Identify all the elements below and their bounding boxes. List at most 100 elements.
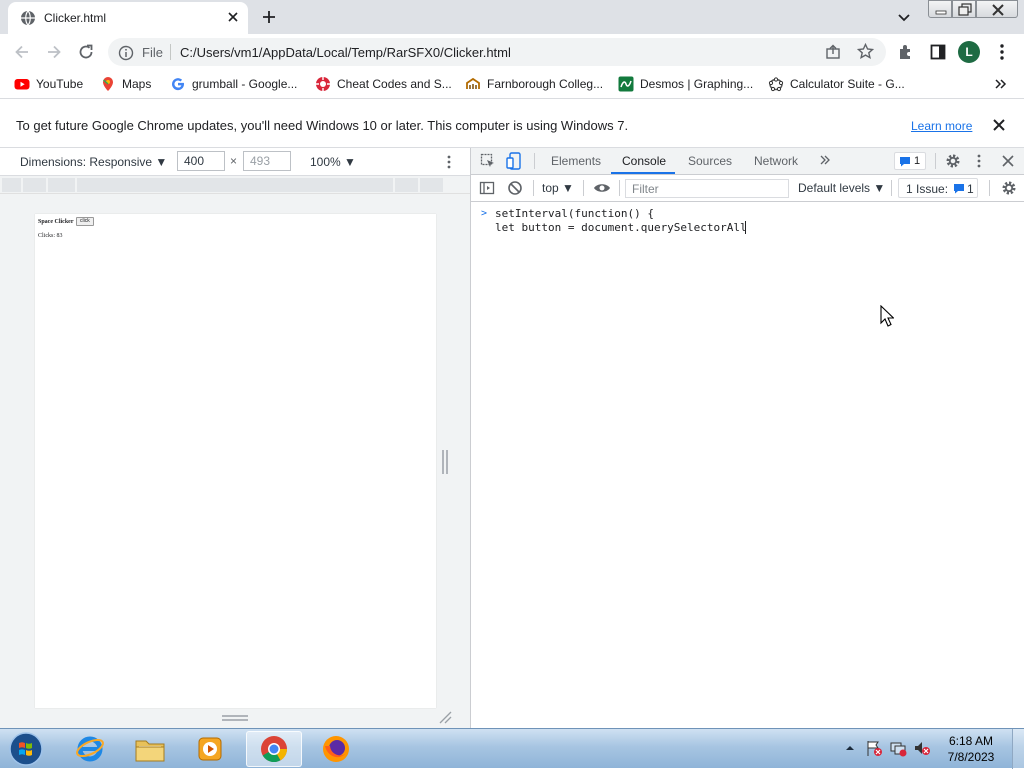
restore-button[interactable] (952, 0, 976, 18)
forward-arrow-icon[interactable] (45, 43, 63, 61)
more-options-icon[interactable] (446, 155, 452, 169)
ruler-segment[interactable] (77, 178, 394, 192)
clicks-counter: Clicks: 83 (38, 233, 63, 239)
console-settings-gear-icon[interactable] (1001, 180, 1017, 196)
inspect-element-icon[interactable] (480, 153, 496, 169)
close-infobar-icon[interactable] (992, 118, 1006, 132)
tab-console[interactable]: Console (622, 154, 666, 168)
back-arrow-icon[interactable] (13, 43, 31, 61)
console-input-line[interactable]: setInterval(function() { (495, 207, 654, 220)
bookmark-farnborough[interactable]: Farnborough Colleg... (465, 75, 603, 93)
reload-icon[interactable] (77, 43, 95, 61)
dimensions-dropdown[interactable]: Dimensions: Responsive ▼ (20, 155, 167, 169)
show-desktop-button[interactable] (1012, 729, 1024, 769)
clear-console-icon[interactable] (507, 180, 523, 196)
mouse-pointer-icon (880, 305, 894, 327)
action-center-flag-icon[interactable] (865, 739, 883, 757)
bookmark-desmos[interactable]: Desmos | Graphing... (618, 75, 753, 93)
start-button[interactable] (6, 731, 46, 767)
side-panel-icon[interactable] (929, 43, 947, 61)
browser-tab[interactable]: Clicker.html (8, 2, 248, 34)
device-toolbar: Dimensions: Responsive ▼ 400 × 493 100% … (0, 148, 470, 176)
taskbar-clock[interactable]: 6:18 AM 7/8/2023 (938, 733, 1004, 765)
close-tab-icon[interactable] (226, 10, 240, 24)
ruler-segment[interactable] (395, 178, 419, 192)
bookmark-star-icon[interactable] (857, 43, 874, 60)
levels-label: Default levels (798, 181, 871, 195)
tab-elements[interactable]: Elements (551, 154, 601, 168)
system-tray (845, 739, 935, 759)
infobar-message: To get future Google Chrome updates, you… (16, 118, 629, 133)
show-hidden-icons-icon[interactable] (845, 743, 855, 753)
divider (891, 180, 892, 196)
share-icon[interactable] (825, 44, 841, 60)
maps-icon (100, 76, 116, 92)
address-bar[interactable]: File C:/Users/vm1/AppData/Local/Temp/Rar… (108, 38, 886, 66)
sidebar-toggle-icon[interactable] (479, 180, 495, 196)
devtools-menu-icon[interactable] (976, 154, 982, 168)
internet-explorer-icon[interactable] (62, 731, 118, 767)
cheatcodes-icon (315, 76, 331, 92)
bookmark-maps[interactable]: Maps (100, 75, 151, 93)
learn-more-link[interactable]: Learn more (911, 119, 972, 133)
context-selector[interactable]: top ▼ (542, 181, 574, 195)
bookmark-calculator-suite[interactable]: Calculator Suite - G... (768, 75, 905, 93)
bookmark-label: Desmos | Graphing... (640, 77, 754, 91)
more-tabs-icon[interactable] (819, 154, 831, 166)
width-input[interactable]: 400 (177, 151, 225, 171)
settings-gear-icon[interactable] (945, 153, 961, 169)
media-player-icon[interactable] (182, 731, 238, 767)
volume-muted-icon[interactable] (913, 739, 931, 757)
url-text[interactable]: C:/Users/vm1/AppData/Local/Temp/RarSFX0/… (180, 45, 511, 60)
corner-resize-icon[interactable] (438, 710, 452, 724)
file-explorer-icon[interactable] (122, 731, 178, 767)
chevron-down-icon[interactable] (897, 10, 911, 24)
firefox-icon[interactable] (308, 731, 364, 767)
new-tab-icon[interactable] (260, 8, 278, 26)
prompt-chevron-icon: > (481, 208, 488, 219)
console-output[interactable]: > setInterval(function() { let button = … (471, 202, 1024, 728)
ruler-segment[interactable] (23, 178, 47, 192)
bookmark-grumball[interactable]: grumball - Google... (170, 75, 297, 93)
device-toggle-icon[interactable] (506, 152, 522, 170)
college-icon (465, 76, 481, 92)
divider (170, 44, 171, 60)
live-expression-eye-icon[interactable] (593, 181, 611, 195)
youtube-icon (14, 76, 30, 92)
profile-avatar[interactable]: L (958, 41, 980, 63)
network-icon[interactable] (889, 739, 907, 757)
vertical-resize-handle[interactable] (441, 450, 449, 474)
horizontal-resize-handle[interactable] (222, 714, 248, 722)
extensions-puzzle-icon[interactable] (897, 43, 915, 61)
ruler-segment[interactable] (420, 178, 444, 192)
media-query-ruler[interactable] (0, 176, 470, 194)
more-bookmarks-icon[interactable] (994, 77, 1008, 91)
globe-icon (20, 10, 36, 26)
issues-button[interactable]: 1 Issue: 1 (898, 178, 978, 198)
issues-counter-button[interactable]: 1 (894, 152, 926, 170)
update-infobar: To get future Google Chrome updates, you… (0, 98, 1024, 148)
menu-dots-icon[interactable] (994, 43, 1010, 61)
zoom-dropdown[interactable]: 100% ▼ (310, 155, 356, 169)
issues-label: 1 Issue: (906, 182, 949, 196)
bookmark-youtube[interactable]: YouTube (14, 75, 83, 93)
chrome-icon[interactable] (246, 731, 302, 767)
close-devtools-icon[interactable] (1002, 155, 1014, 167)
ruler-segment[interactable] (48, 178, 76, 192)
console-input-line[interactable]: let button = document.querySelectorAll (495, 221, 747, 234)
bookmark-label: grumball - Google... (192, 77, 298, 91)
console-toolbar: top ▼ Filter Default levels ▼ 1 Issue: 1 (471, 175, 1024, 202)
minimize-button[interactable] (928, 0, 952, 18)
close-window-button[interactable] (976, 0, 1018, 18)
bookmark-cheat-codes[interactable]: Cheat Codes and S... (315, 75, 452, 93)
ruler-segment[interactable] (2, 178, 22, 192)
filter-input[interactable]: Filter (625, 179, 789, 198)
click-button[interactable]: click (76, 217, 94, 226)
tab-network[interactable]: Network (754, 154, 798, 168)
log-levels-dropdown[interactable]: Default levels ▼ (798, 181, 885, 195)
tab-sources[interactable]: Sources (688, 154, 732, 168)
info-icon[interactable] (118, 45, 134, 61)
divider (989, 180, 990, 196)
height-input[interactable]: 493 (243, 151, 291, 171)
scheme-label: File (142, 45, 163, 60)
